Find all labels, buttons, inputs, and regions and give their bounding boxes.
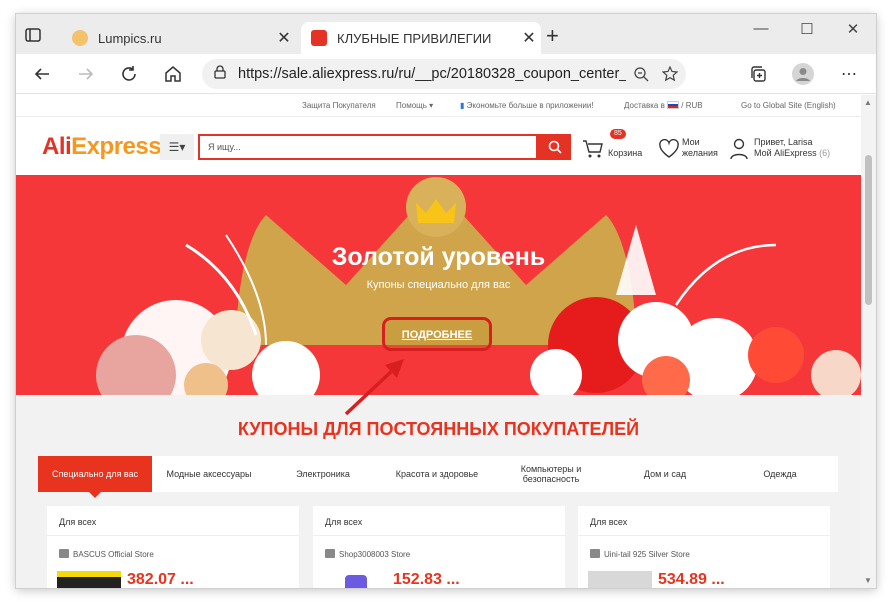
tab-electronics[interactable]: Электроника xyxy=(266,456,380,492)
back-icon[interactable] xyxy=(30,62,54,86)
aliexpress-favicon-icon xyxy=(311,30,327,46)
browser-window: Lumpics.ru ✕ КЛУБНЫЕ ПРИВИЛЕГИИ ✕ + — ☐ … xyxy=(16,14,876,588)
zoom-out-icon[interactable] xyxy=(626,66,656,82)
category-tabs: Специально для вас Модные аксессуары Эле… xyxy=(38,456,838,498)
tab-aliexpress[interactable]: КЛУБНЫЕ ПРИВИЛЕГИИ ✕ xyxy=(301,22,541,54)
favorites-add-icon[interactable] xyxy=(656,66,686,82)
coupon-audience: Для всех xyxy=(59,517,97,527)
lock-icon xyxy=(214,65,226,83)
tab-lumpics[interactable]: Lumpics.ru ✕ xyxy=(62,22,296,54)
banner-subtitle: Купоны специально для вас xyxy=(366,279,511,291)
help-label: Помощь xyxy=(396,101,427,110)
categories-menu-icon[interactable]: ☰▾ xyxy=(160,134,194,160)
heart-icon[interactable] xyxy=(658,138,680,164)
tab-title: КЛУБНЫЕ ПРИВИЛЕГИИ xyxy=(337,30,492,46)
cart-count-badge: 85 xyxy=(610,129,626,139)
tab-clothing[interactable]: Одежда xyxy=(722,456,838,492)
web-page: Защита Покупателя Помощь ▾ ▮ Экономьте б… xyxy=(16,95,861,588)
russia-flag-icon xyxy=(667,101,680,109)
buyer-protection-link[interactable]: Защита Покупателя xyxy=(302,101,376,110)
store-icon xyxy=(59,549,69,558)
tab-beauty-health[interactable]: Красота и здоровье xyxy=(380,456,494,492)
phone-icon: ▮ xyxy=(460,101,465,110)
tab-strip: Lumpics.ru ✕ КЛУБНЫЕ ПРИВИЛЕГИИ ✕ + — ☐ … xyxy=(16,14,876,54)
tab-actions-icon[interactable] xyxy=(24,26,46,46)
divider xyxy=(578,535,830,536)
tab-special-for-you[interactable]: Специально для вас xyxy=(38,456,152,498)
wishlist-link[interactable]: Мои желания xyxy=(682,137,718,159)
store-name[interactable]: Uini-tail 925 Silver Store xyxy=(604,550,690,559)
coupon-price: 382.07 ... xyxy=(127,571,194,588)
more-options-icon[interactable]: ⋯ xyxy=(837,62,861,86)
tab-home-garden[interactable]: Дом и сад xyxy=(608,456,722,492)
account-count: (6) xyxy=(819,148,831,158)
scroll-down-icon[interactable]: ▼ xyxy=(864,576,872,585)
collections-icon[interactable] xyxy=(746,62,770,86)
profile-avatar-icon[interactable] xyxy=(791,62,815,86)
coupon-audience: Для всех xyxy=(590,517,628,527)
help-link[interactable]: Помощь ▾ xyxy=(396,101,433,110)
address-bar[interactable]: https://sale.aliexpress.ru/ru/__pc/20180… xyxy=(202,59,686,89)
lumpics-favicon-icon xyxy=(72,30,88,46)
ship-to-selector[interactable]: Доставка в / RUB xyxy=(624,101,703,110)
account-link[interactable]: Привет, Larisa Мой AliExpress (6) xyxy=(754,137,830,159)
coupon-price: 152.83 ... xyxy=(393,571,460,588)
maximize-icon[interactable]: ☐ xyxy=(784,20,830,38)
product-thumbnail xyxy=(323,571,387,588)
search-button[interactable] xyxy=(538,134,571,160)
new-tab-icon[interactable]: + xyxy=(546,25,559,47)
scroll-up-icon[interactable]: ▲ xyxy=(864,98,872,107)
top-nav: Защита Покупателя Помощь ▾ ▮ Экономьте б… xyxy=(16,95,861,117)
minimize-icon[interactable]: — xyxy=(738,20,784,37)
close-window-icon[interactable]: ✕ xyxy=(830,20,876,38)
tab-title: Lumpics.ru xyxy=(98,30,162,46)
divider xyxy=(313,535,565,536)
site-header: AliExpress ☰▾ Я ищу... 85 Корзина Мои же… xyxy=(16,117,861,175)
search-icon xyxy=(548,140,562,154)
refresh-icon[interactable] xyxy=(117,62,141,86)
aliexpress-logo[interactable]: AliExpress xyxy=(42,133,162,161)
gold-level-banner: Золотой уровень Купоны специально для ва… xyxy=(16,175,861,395)
section-title: КУПОНЫ ДЛЯ ПОСТОЯННЫХ ПОКУПАТЕЛЕЙ xyxy=(237,419,640,439)
app-promo-label: Экономьте больше в приложении! xyxy=(466,101,594,110)
user-icon[interactable] xyxy=(730,138,748,165)
cart-label[interactable]: Корзина xyxy=(608,148,642,159)
greeting-text: Привет, Larisa xyxy=(754,137,813,147)
coupon-audience: Для всех xyxy=(325,517,363,527)
browser-toolbar: https://sale.aliexpress.ru/ru/__pc/20180… xyxy=(16,54,876,94)
wishlist-line2: желания xyxy=(682,148,718,158)
store-icon xyxy=(590,549,600,558)
coupon-price: 534.89 ... xyxy=(658,571,725,588)
store-icon xyxy=(325,549,335,558)
my-aliexpress-text: Мой AliExpress xyxy=(754,148,817,158)
cart-icon[interactable] xyxy=(582,139,604,164)
more-details-label: ПОДРОБНЕЕ xyxy=(401,329,473,341)
tab-fashion-accessories[interactable]: Модные аксессуары xyxy=(152,456,266,492)
coupon-card[interactable]: Для всех BASCUS Official Store 382.07 ..… xyxy=(47,506,299,588)
coupon-card[interactable]: Для всех Shop3008003 Store 152.83 ... xyxy=(313,506,565,588)
close-icon[interactable]: ✕ xyxy=(272,28,296,48)
scrollbar-thumb[interactable] xyxy=(865,155,872,305)
store-name[interactable]: BASCUS Official Store xyxy=(73,550,154,559)
app-promo-link[interactable]: ▮ Экономьте больше в приложении! xyxy=(460,101,594,110)
search-input[interactable]: Я ищу... xyxy=(198,134,538,160)
divider xyxy=(47,535,299,536)
tab-computers-security[interactable]: Компьютеры и безопасность xyxy=(494,456,608,492)
forward-icon[interactable] xyxy=(74,62,98,86)
close-icon[interactable]: ✕ xyxy=(517,28,541,48)
more-details-button[interactable]: ПОДРОБНЕЕ xyxy=(382,317,492,351)
ship-to-label: Доставка в xyxy=(624,101,665,110)
product-thumbnail xyxy=(588,571,652,588)
wishlist-line1: Мои xyxy=(682,137,700,147)
store-name[interactable]: Shop3008003 Store xyxy=(339,550,410,559)
currency-label: RUB xyxy=(685,101,703,110)
banner-title: Золотой уровень xyxy=(331,243,546,271)
search-placeholder: Я ищу... xyxy=(208,142,241,152)
url-text[interactable]: https://sale.aliexpress.ru/ru/__pc/20180… xyxy=(238,66,626,82)
global-site-link[interactable]: Go to Global Site (English) xyxy=(741,101,836,110)
home-icon[interactable] xyxy=(161,62,185,86)
page-scrollbar[interactable]: ▲ ▼ xyxy=(861,95,876,588)
product-thumbnail xyxy=(57,571,121,588)
coupon-card[interactable]: Для всех Uini-tail 925 Silver Store 534.… xyxy=(578,506,830,588)
